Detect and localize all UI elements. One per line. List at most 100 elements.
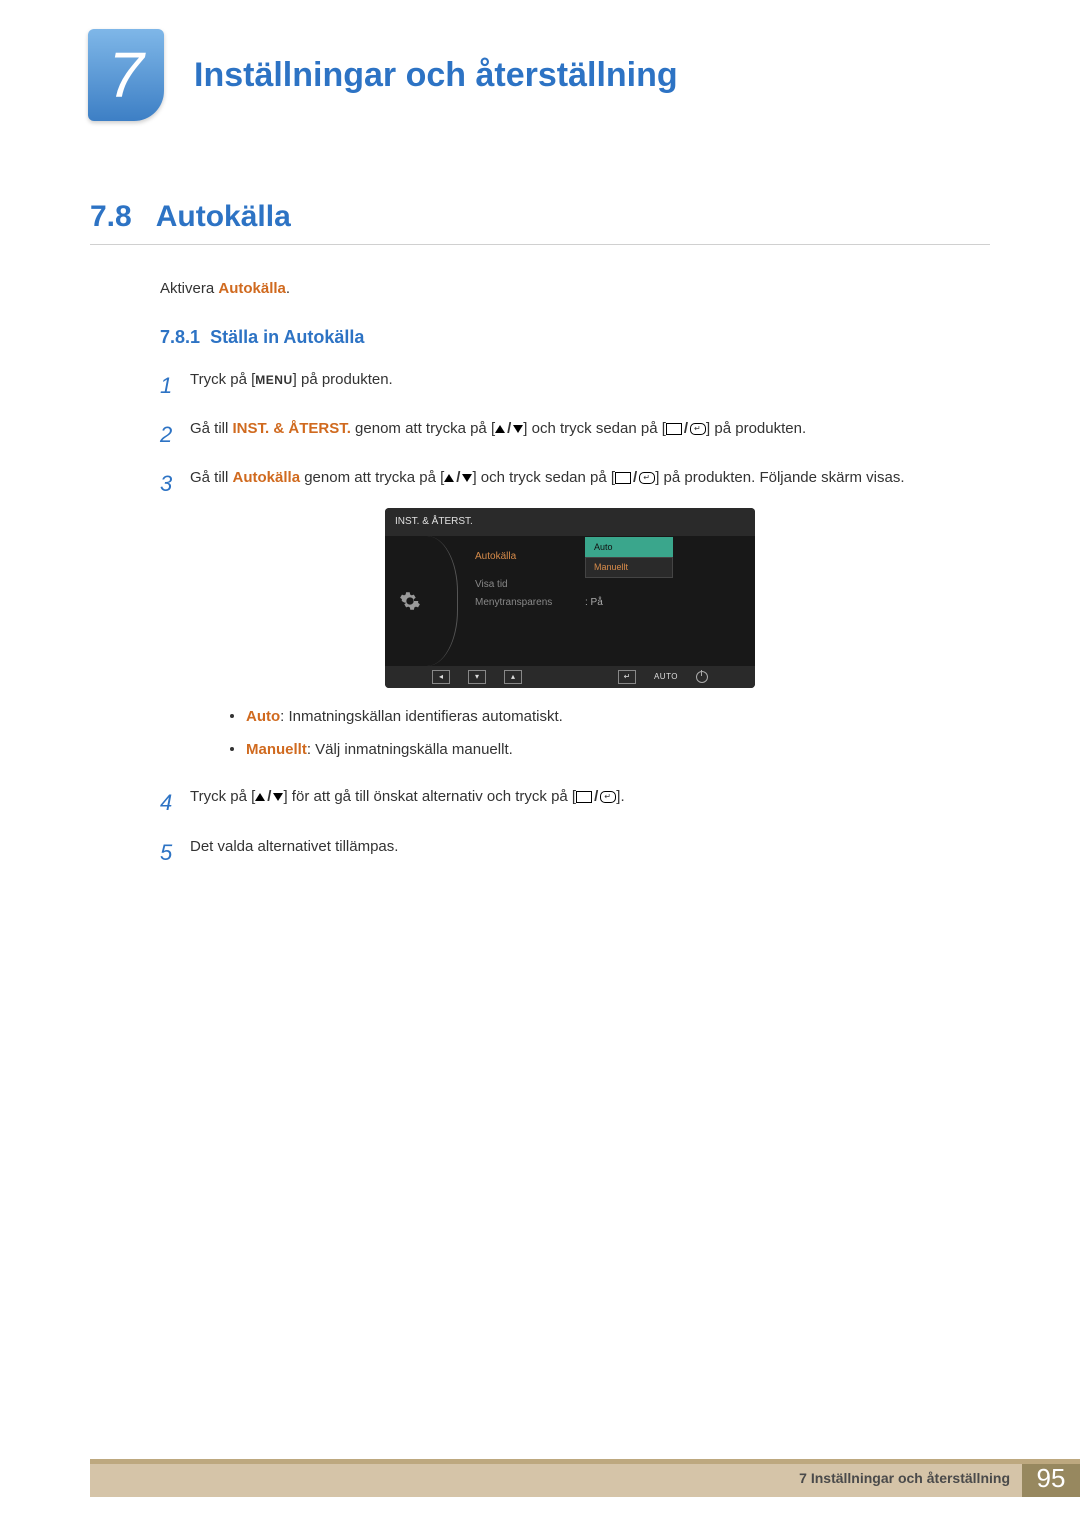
enter-icon [690, 423, 706, 435]
osd-option-auto: Auto [585, 537, 673, 557]
bullet-text: : Inmatningskällan identifieras automati… [280, 708, 563, 725]
osd-item-label: Visa tid [475, 577, 585, 593]
bullet-dot-icon [230, 747, 234, 751]
step-number: 5 [160, 835, 190, 870]
bullet-auto: Auto: Inmatningskällan identifieras auto… [230, 706, 990, 729]
step-body: Gå till Autokälla genom att trycka på [ /… [190, 466, 990, 771]
step-text: Gå till [190, 420, 233, 437]
page-footer: 7 Inställningar och återställning 95 [90, 1459, 1080, 1497]
up-arrow-icon [495, 425, 505, 433]
bullet-dot-icon [230, 714, 234, 718]
chapter-header: 7 Inställningar och återställning [0, 0, 1080, 130]
slash-separator: / [507, 420, 511, 437]
enter-icon [600, 791, 616, 803]
step-3: 3 Gå till Autokälla genom att trycka på … [160, 466, 990, 771]
menu-button-label: MENU [255, 373, 292, 387]
source-icon [576, 791, 592, 803]
osd-nav-up-icon: ▴ [504, 670, 522, 684]
step-highlight: Autokälla [233, 469, 301, 486]
step-text: ] på produkten. [706, 420, 806, 437]
intro-suffix: . [286, 280, 290, 297]
osd-nav-down-icon: ▾ [468, 670, 486, 684]
osd-enter-icon: ↵ [618, 670, 636, 684]
intro-prefix: Aktivera [160, 280, 218, 297]
sub-bullet-list: Auto: Inmatningskällan identifieras auto… [230, 706, 990, 761]
bullet-highlight: Manuellt [246, 741, 307, 758]
step-highlight: INST. & ÅTERST. [233, 420, 351, 437]
section-heading: 7.8 Autokälla [90, 200, 1080, 234]
up-arrow-icon [255, 793, 265, 801]
step-text: ] och tryck sedan på [ [523, 420, 666, 437]
intro-highlight: Autokälla [218, 280, 286, 297]
slash-separator: / [594, 788, 598, 805]
osd-title: INST. & ÅTERST. [385, 508, 755, 536]
gear-icon [385, 536, 435, 666]
step-body: Tryck på [ / ] för att gå till önskat alte… [190, 785, 990, 820]
step-number: 2 [160, 417, 190, 452]
osd-row-visatid: Visa tid [475, 576, 755, 594]
osd-item-label: Menytransparens [475, 595, 585, 611]
step-text: ] på produkten. Följande skärm visas. [655, 469, 904, 486]
step-text: ] för att gå till önskat alternativ och … [283, 788, 576, 805]
osd-row-autokalla: Autokälla Auto Manuellt [475, 548, 755, 566]
step-number: 1 [160, 368, 190, 403]
step-1: 1 Tryck på [MENU] på produkten. [160, 368, 990, 403]
osd-screenshot: INST. & ÅTERST. Autokälla Auto Manue [385, 508, 755, 688]
source-icon [666, 423, 682, 435]
step-text: Tryck på [ [190, 371, 255, 388]
osd-row-menytrans: Menytransparens : På [475, 594, 755, 612]
step-text: genom att trycka på [ [300, 469, 444, 486]
slash-separator: / [456, 469, 460, 486]
intro-text: Aktivera Autokälla. [160, 280, 1080, 297]
step-number: 3 [160, 466, 190, 771]
osd-menu: Autokälla Auto Manuellt Visa tid Menyt [435, 536, 755, 666]
step-4: 4 Tryck på [ / ] för att gå till önskat al… [160, 785, 990, 820]
step-body: Gå till INST. & ÅTERST. genom att trycka… [190, 417, 990, 452]
slash-separator: / [684, 420, 688, 437]
down-arrow-icon [513, 425, 523, 433]
osd-bottombar: ◂ ▾ ▴ ↵ AUTO [385, 666, 755, 688]
step-text: ] på produkten. [293, 371, 393, 388]
slash-separator: / [633, 469, 637, 486]
step-number: 4 [160, 785, 190, 820]
step-body: Tryck på [MENU] på produkten. [190, 368, 990, 403]
section-number: 7.8 [90, 200, 132, 234]
bullet-manuellt: Manuellt: Välj inmatningskälla manuellt. [230, 739, 990, 762]
enter-icon [639, 472, 655, 484]
subsection-number: 7.8.1 [160, 327, 200, 347]
source-icon [615, 472, 631, 484]
chapter-number-badge: 7 [88, 29, 164, 121]
step-text: Gå till [190, 469, 233, 486]
step-text: ]. [616, 788, 624, 805]
osd-body: Autokälla Auto Manuellt Visa tid Menyt [385, 536, 755, 666]
chapter-title: Inställningar och återställning [194, 56, 678, 95]
slash-separator: / [267, 788, 271, 805]
bullet-highlight: Auto [246, 708, 280, 725]
step-body: Det valda alternativet tillämpas. [190, 835, 990, 870]
manual-page: 7 Inställningar och återställning 7.8 Au… [0, 0, 1080, 1527]
footer-page-number: 95 [1022, 1459, 1080, 1497]
footer-chapter-label: 7 Inställningar och återställning [799, 1470, 1010, 1486]
subsection-title: Ställa in Autokälla [210, 327, 364, 347]
power-icon [696, 671, 708, 683]
osd-item-label: Autokälla [475, 549, 585, 565]
down-arrow-icon [462, 474, 472, 482]
down-arrow-icon [273, 793, 283, 801]
section-divider [90, 244, 990, 245]
up-arrow-icon [444, 474, 454, 482]
step-text: ] och tryck sedan på [ [472, 469, 615, 486]
osd-item-value: : På [585, 595, 603, 611]
osd-auto-label: AUTO [654, 671, 678, 684]
step-text: genom att trycka på [ [351, 420, 495, 437]
step-text: Det valda alternativet tillämpas. [190, 838, 398, 855]
osd-dropdown: Auto Manuellt [585, 537, 673, 578]
bullet-text: : Välj inmatningskälla manuellt. [307, 741, 513, 758]
subsection-heading: 7.8.1 Ställa in Autokälla [160, 327, 1080, 348]
step-2: 2 Gå till INST. & ÅTERST. genom att tryc… [160, 417, 990, 452]
step-5: 5 Det valda alternativet tillämpas. [160, 835, 990, 870]
osd-nav-left-icon: ◂ [432, 670, 450, 684]
section-title: Autokälla [156, 200, 291, 234]
steps-list: 1 Tryck på [MENU] på produkten. 2 Gå til… [160, 368, 990, 870]
step-text: Tryck på [ [190, 788, 255, 805]
osd-option-manuellt: Manuellt [585, 557, 673, 577]
